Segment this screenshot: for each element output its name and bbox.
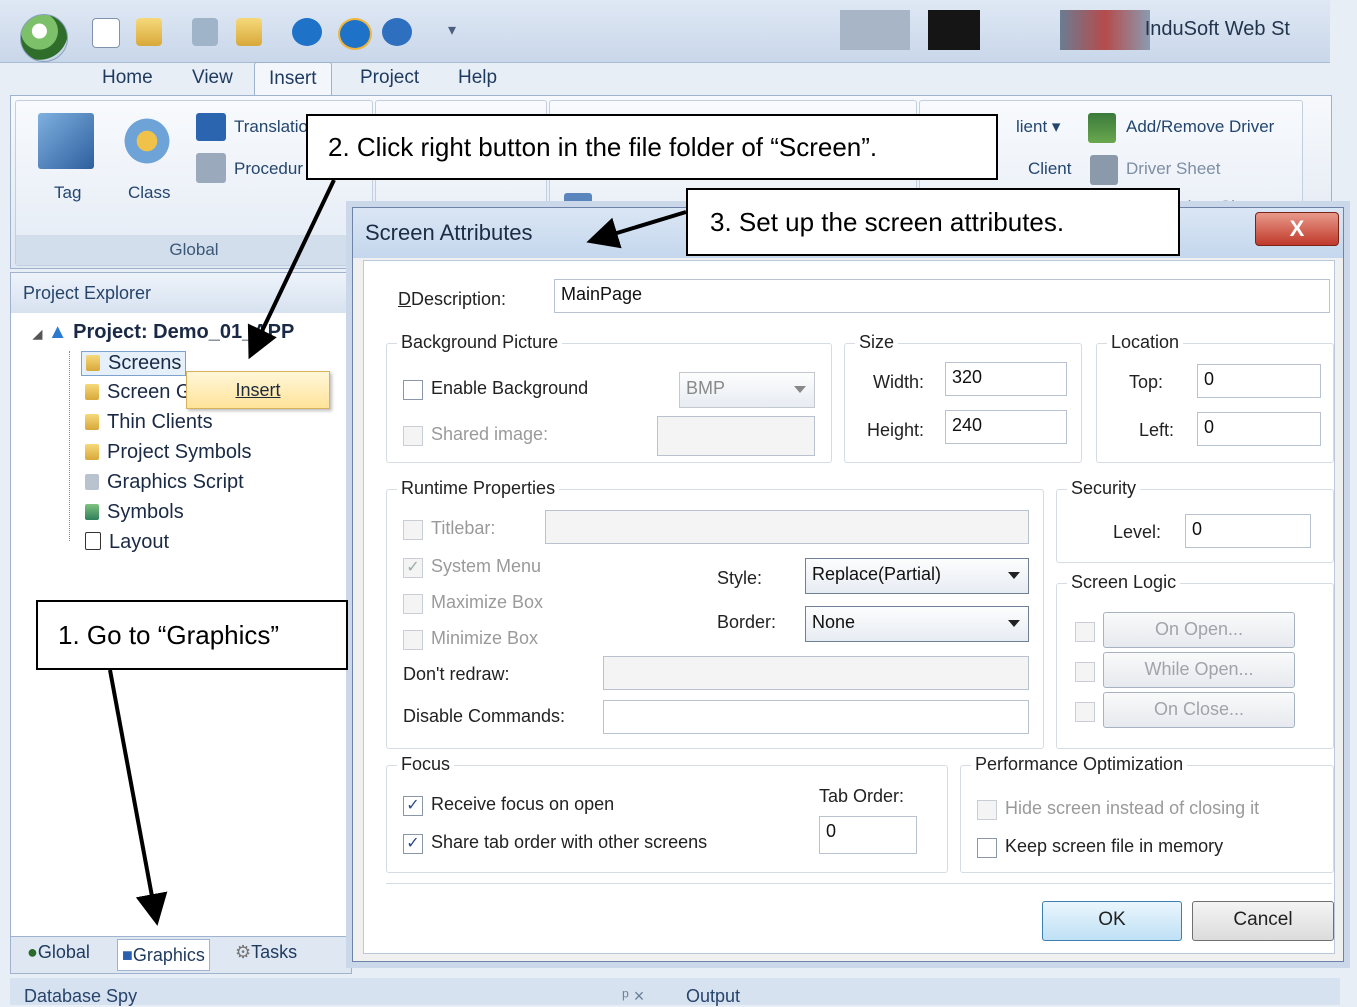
- arrow-step-2: [247, 179, 336, 360]
- annotation-arrows: [108, 179, 687, 926]
- arrow-step-1: [108, 669, 168, 926]
- arrow-step-3: [586, 210, 687, 249]
